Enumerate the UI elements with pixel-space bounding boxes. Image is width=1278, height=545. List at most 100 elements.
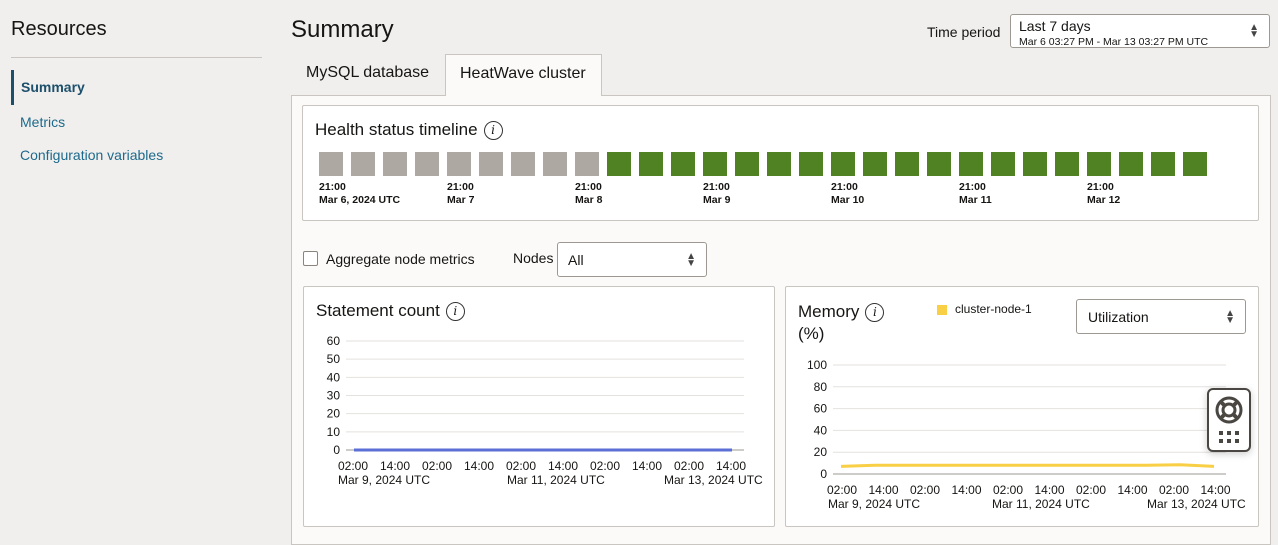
- x-tick-label: 14:00: [951, 483, 981, 497]
- health-status-healthy[interactable]: [863, 152, 887, 176]
- health-status-unknown[interactable]: [479, 152, 503, 176]
- aggregate-node-metrics-checkbox[interactable]: [303, 251, 318, 266]
- y-tick-label: 10: [327, 425, 341, 439]
- x-date-label: Mar 9, 2024 UTC: [828, 497, 920, 511]
- statement-count-chart: 0 10 20 30 40 50 60 02:00 14:00 02:00 14:00 02:00 14…: [327, 334, 763, 487]
- y-tick-label: 30: [327, 389, 341, 403]
- time-period-select[interactable]: Last 7 days Mar 6 03:27 PM - Mar 13 03:2…: [1010, 14, 1270, 48]
- info-icon[interactable]: i: [483, 121, 503, 141]
- y-tick-label: 0: [820, 467, 827, 481]
- health-status-healthy[interactable]: [831, 152, 855, 176]
- y-tick-label: 20: [814, 445, 828, 459]
- timeline-label: 21:00 Mar 7: [447, 181, 475, 206]
- y-tick-label: 60: [814, 402, 828, 416]
- health-status-healthy[interactable]: [1023, 152, 1047, 176]
- sidebar-item-summary[interactable]: Summary: [11, 70, 85, 105]
- timeline-label: 21:00 Mar 9: [703, 181, 731, 206]
- health-status-unknown[interactable]: [319, 152, 343, 176]
- health-status-healthy[interactable]: [991, 152, 1015, 176]
- health-status-unknown[interactable]: [383, 152, 407, 176]
- health-status-unknown[interactable]: [447, 152, 471, 176]
- health-status-healthy[interactable]: [703, 152, 727, 176]
- health-status-healthy[interactable]: [639, 152, 663, 176]
- chevron-updown-icon: ▲ ▼: [686, 250, 696, 269]
- x-tick-label: 02:00: [674, 459, 704, 473]
- x-tick-label: 02:00: [338, 459, 368, 473]
- x-tick-label: 14:00: [1200, 483, 1230, 497]
- nodes-value: All: [568, 252, 584, 268]
- x-date-label: Mar 11, 2024 UTC: [992, 497, 1090, 511]
- x-tick-label: 02:00: [422, 459, 452, 473]
- sidebar-item-configuration-variables[interactable]: Configuration variables: [11, 147, 163, 163]
- page-title: Summary: [291, 16, 394, 43]
- time-period-value: Last 7 days: [1019, 18, 1091, 34]
- timeline-label: 21:00 Mar 10: [831, 181, 865, 206]
- health-status-healthy[interactable]: [671, 152, 695, 176]
- nodes-label: Nodes: [513, 250, 554, 266]
- x-tick-label: 02:00: [910, 483, 940, 497]
- apps-grid-icon: [1219, 431, 1239, 443]
- health-status-healthy[interactable]: [735, 152, 759, 176]
- x-tick-label: 02:00: [590, 459, 620, 473]
- health-status-healthy[interactable]: [895, 152, 919, 176]
- x-date-label: Mar 11, 2024 UTC: [507, 473, 605, 487]
- x-tick-label: 14:00: [1034, 483, 1064, 497]
- health-status-healthy[interactable]: [927, 152, 951, 176]
- health-status-unknown[interactable]: [543, 152, 567, 176]
- chevron-updown-icon: ▲ ▼: [1225, 307, 1235, 326]
- health-status-healthy[interactable]: [959, 152, 983, 176]
- health-status-healthy[interactable]: [1151, 152, 1175, 176]
- health-title: Health status timeline: [315, 120, 478, 139]
- x-tick-label: 02:00: [1159, 483, 1189, 497]
- health-status-healthy[interactable]: [799, 152, 823, 176]
- y-tick-label: 80: [814, 380, 828, 394]
- y-tick-label: 40: [327, 370, 341, 384]
- x-tick-label: 02:00: [993, 483, 1023, 497]
- metric-select[interactable]: Utilization ▲ ▼: [1076, 299, 1246, 334]
- health-status-healthy[interactable]: [1119, 152, 1143, 176]
- x-date-label: Mar 13, 2024 UTC: [1147, 497, 1246, 511]
- y-tick-label: 50: [327, 352, 341, 366]
- y-tick-label: 0: [333, 443, 340, 457]
- y-tick-label: 20: [327, 407, 341, 421]
- tab-heatwave-cluster[interactable]: HeatWave cluster: [445, 54, 602, 96]
- x-tick-label: 14:00: [548, 459, 578, 473]
- x-tick-label: 14:00: [632, 459, 662, 473]
- timeline-label: 21:00 Mar 11: [959, 181, 992, 206]
- chevron-updown-icon: ▲ ▼: [1249, 22, 1259, 40]
- health-status-healthy[interactable]: [767, 152, 791, 176]
- divider: [11, 57, 262, 58]
- x-tick-label: 14:00: [1117, 483, 1147, 497]
- health-status-healthy[interactable]: [607, 152, 631, 176]
- statement-count-card: Statement count i 0 10 20 30 40 50 60 02:00 14:00…: [303, 286, 775, 527]
- series-line-cluster-node-1: [840, 463, 1215, 468]
- sidebar-item-metrics[interactable]: Metrics: [11, 114, 65, 130]
- time-period-range: Mar 6 03:27 PM - Mar 13 03:27 PM UTC: [1019, 36, 1209, 48]
- x-date-label: Mar 13, 2024 UTC: [664, 473, 763, 487]
- health-status-unknown[interactable]: [415, 152, 439, 176]
- x-tick-label: 14:00: [380, 459, 410, 473]
- x-tick-label: 14:00: [716, 459, 746, 473]
- aggregate-node-metrics-label: Aggregate node metrics: [326, 251, 475, 267]
- y-tick-label: 60: [327, 334, 341, 348]
- lifebuoy-icon: [1215, 396, 1243, 443]
- x-tick-label: 02:00: [1076, 483, 1106, 497]
- tab-mysql-database[interactable]: MySQL database: [292, 54, 443, 96]
- help-widget[interactable]: [1207, 388, 1251, 452]
- timeline-label: 21:00 Mar 12: [1087, 181, 1121, 206]
- x-tick-label: 02:00: [506, 459, 536, 473]
- timeline-label: 21:00 Mar 6, 2024 UTC: [319, 181, 401, 206]
- timeline-label: 21:00 Mar 8: [575, 181, 603, 206]
- health-status-unknown[interactable]: [351, 152, 375, 176]
- metric-select-value: Utilization: [1088, 309, 1149, 325]
- health-status-unknown[interactable]: [575, 152, 599, 176]
- health-status-unknown[interactable]: [511, 152, 535, 176]
- x-tick-label: 02:00: [827, 483, 857, 497]
- health-status-healthy[interactable]: [1183, 152, 1207, 176]
- sidebar-title: Resources: [11, 18, 107, 40]
- health-status-healthy[interactable]: [1055, 152, 1079, 176]
- y-tick-label: 40: [814, 423, 828, 437]
- health-status-healthy[interactable]: [1087, 152, 1111, 176]
- x-date-label: Mar 9, 2024 UTC: [338, 473, 430, 487]
- nodes-select[interactable]: All ▲ ▼: [557, 242, 707, 277]
